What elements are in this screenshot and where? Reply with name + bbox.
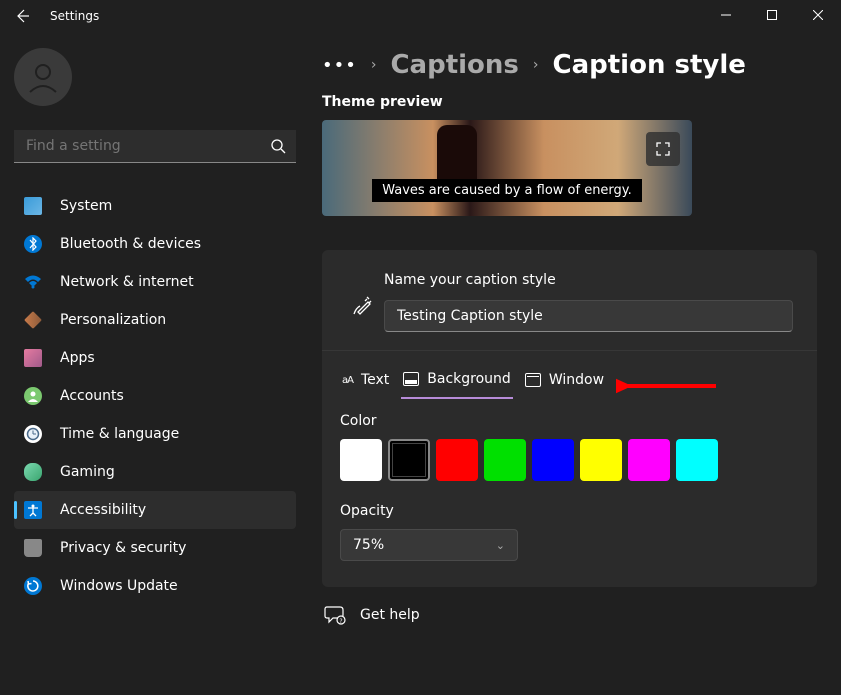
wifi-icon [24,273,42,291]
color-swatch[interactable] [676,439,718,481]
sidebar-item-update[interactable]: Windows Update [14,567,296,605]
get-help-link[interactable]: ? Get help [322,587,817,625]
bluetooth-icon [24,235,42,253]
back-button[interactable] [14,8,30,24]
color-label: Color [340,413,799,429]
sidebar-item-privacy[interactable]: Privacy & security [14,529,296,567]
close-button[interactable] [795,0,841,30]
shield-icon [24,539,42,557]
sidebar-item-gaming[interactable]: Gaming [14,453,296,491]
breadcrumb-captions[interactable]: Captions [390,50,518,80]
sidebar-item-system[interactable]: System [14,187,296,225]
caption-sample-text: Waves are caused by a flow of energy. [372,179,642,202]
paintbrush-icon [24,311,42,329]
window-icon [525,373,541,387]
text-icon: aA [342,375,353,386]
user-avatar[interactable] [14,48,72,106]
color-swatch[interactable] [436,439,478,481]
clock-icon [24,425,42,443]
color-swatch[interactable] [484,439,526,481]
sidebar-item-bluetooth[interactable]: Bluetooth & devices [14,225,296,263]
stylize-icon [340,272,384,318]
opacity-select[interactable]: 75% ⌄ [340,529,518,561]
chevron-right-icon: › [371,57,377,73]
color-swatch[interactable] [580,439,622,481]
color-swatch[interactable] [532,439,574,481]
chevron-down-icon: ⌄ [496,539,505,552]
monitor-icon [24,197,42,215]
color-swatch[interactable] [340,439,382,481]
sidebar-item-personalization[interactable]: Personalization [14,301,296,339]
color-swatches [340,439,799,481]
sidebar-item-accessibility[interactable]: Accessibility [14,491,296,529]
svg-text:?: ? [339,618,342,625]
breadcrumb-overflow[interactable]: ••• [322,55,357,76]
minimize-button[interactable] [703,0,749,30]
expand-preview-button[interactable] [646,132,680,166]
tab-text[interactable]: aA Text [340,366,391,398]
person-icon [24,387,42,405]
sidebar-item-apps[interactable]: Apps [14,339,296,377]
sidebar-item-network[interactable]: Network & internet [14,263,296,301]
caption-style-card: Name your caption style aA Text Backgrou… [322,250,817,587]
search-input-wrapper [14,130,296,163]
search-icon [270,138,286,158]
name-style-label: Name your caption style [384,272,793,288]
opacity-label: Opacity [340,503,799,519]
search-input[interactable] [14,130,296,163]
breadcrumb-current: Caption style [553,50,746,80]
tab-background[interactable]: Background [401,365,513,399]
theme-preview-label: Theme preview [322,94,817,110]
chevron-right-icon: › [533,57,539,73]
update-icon [24,577,42,595]
theme-preview: Waves are caused by a flow of energy. [322,120,692,216]
gamepad-icon [24,463,42,481]
breadcrumb: ••• › Captions › Caption style [322,50,817,80]
maximize-button[interactable] [749,0,795,30]
sidebar-item-time[interactable]: Time & language [14,415,296,453]
color-swatch[interactable] [628,439,670,481]
color-swatch[interactable] [388,439,430,481]
tab-window[interactable]: Window [523,366,606,398]
style-name-input[interactable] [384,300,793,332]
sidebar-item-accounts[interactable]: Accounts [14,377,296,415]
background-icon [403,372,419,386]
window-title: Settings [50,9,99,23]
help-icon: ? [324,605,346,625]
apps-icon [24,349,42,367]
accessibility-icon [24,501,42,519]
